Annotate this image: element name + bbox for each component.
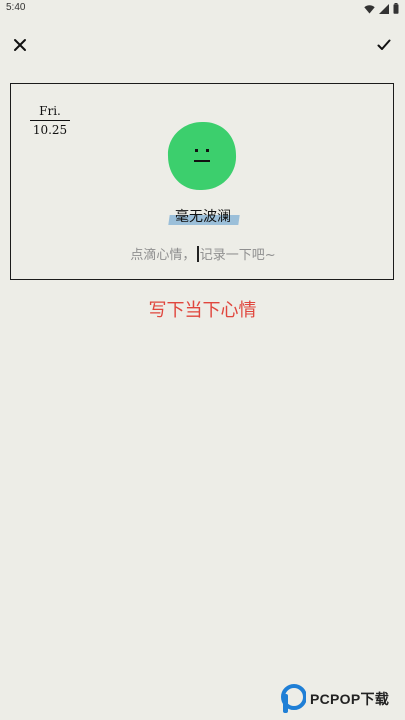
diary-input[interactable]: 点滴心情， 记录一下吧~ xyxy=(11,244,395,263)
hint-text: 写下当下心情 xyxy=(148,300,257,321)
watermark: PCPOP下载 xyxy=(280,684,389,714)
close-button[interactable] xyxy=(7,32,33,58)
date-day: 10.25 xyxy=(32,123,68,137)
check-icon xyxy=(377,39,391,50)
diary-card: Fri. 10.25 毫无波澜 点滴心情， 记录一下吧~ xyxy=(10,83,394,280)
mood-label-text: 毫无波澜 xyxy=(175,209,231,225)
diary-placeholder-end: 记录一下吧~ xyxy=(199,248,276,263)
wifi-icon xyxy=(364,0,375,18)
date-weekday: Fri. xyxy=(30,104,70,121)
status-icons xyxy=(364,2,399,14)
pcpop-logo-icon xyxy=(281,684,306,713)
close-icon xyxy=(14,39,26,51)
date-block: Fri. 10.25 xyxy=(30,104,70,137)
battery-icon xyxy=(393,0,399,18)
signal-icon xyxy=(379,0,389,18)
status-bar: 5:40 xyxy=(0,0,405,18)
text-caret xyxy=(197,246,199,262)
watermark-text: PCPOP下载 xyxy=(310,691,390,707)
status-time: 5:40 xyxy=(6,2,26,13)
neutral-face-icon xyxy=(167,121,237,191)
mood-label: 毫无波澜 xyxy=(11,206,395,226)
mood-face-button[interactable] xyxy=(166,120,238,192)
diary-placeholder-start: 点滴心情， xyxy=(130,248,196,263)
confirm-button[interactable] xyxy=(371,32,397,58)
